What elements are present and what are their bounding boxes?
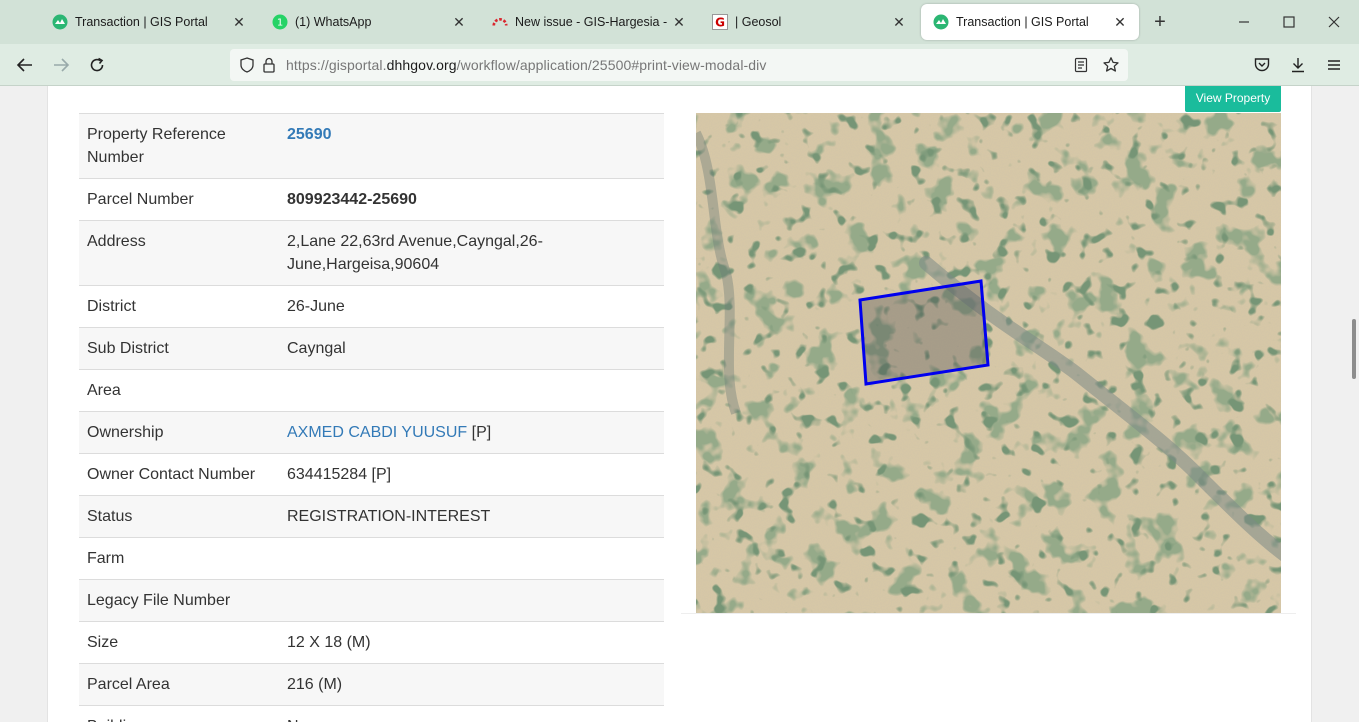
table-row: Property Reference Number 25690 — [79, 113, 664, 179]
tab-title: Transaction | GIS Portal — [75, 15, 208, 29]
row-label: Parcel Number — [87, 191, 194, 208]
parcel-outline — [858, 279, 990, 386]
satellite-map[interactable] — [696, 113, 1281, 613]
row-value: 2,Lane 22,63rd Avenue,Cayngal,26-June,Ha… — [287, 233, 543, 273]
devops-icon — [492, 14, 508, 30]
tab-new-issue[interactable]: New issue - GIS-Hargesia - Tea ✕ — [480, 4, 698, 40]
table-row: Parcel Area 216 (M) — [79, 663, 664, 706]
table-row: Size 12 X 18 (M) — [79, 621, 664, 664]
geosol-letter: G — [715, 16, 725, 30]
row-value — [279, 370, 664, 412]
address-bar-actions — [1070, 54, 1122, 76]
row-label: Owner Contact Number — [87, 466, 256, 483]
row-value: No — [279, 706, 664, 722]
row-label: Farm — [87, 550, 125, 567]
row-label: Address — [87, 233, 146, 250]
close-icon[interactable]: ✕ — [670, 13, 688, 31]
bookmark-star-icon[interactable] — [1100, 54, 1122, 76]
address-bar[interactable]: https://gisportal.dhhgov.org/workflow/ap… — [230, 49, 1128, 81]
gis-portal-icon — [933, 14, 949, 30]
table-row: Ownership AXMED CABDI YUUSUF [P] — [79, 411, 664, 454]
row-value — [279, 580, 664, 622]
row-value: AXMED CABDI YUUSUF [P] — [279, 412, 664, 454]
downloads-icon[interactable] — [1286, 53, 1310, 77]
close-icon[interactable]: ✕ — [890, 13, 908, 31]
row-label: Property Reference Number — [87, 126, 226, 166]
url-prefix: https://gisportal. — [286, 57, 387, 73]
row-value: 216 (M) — [287, 676, 343, 693]
table-row: Owner Contact Number 634415284 [P] — [79, 453, 664, 496]
owner-link[interactable]: AXMED CABDI YUUSUF — [287, 424, 467, 441]
tab-title: New issue - GIS-Hargesia - Tea — [515, 15, 670, 29]
reader-view-icon[interactable] — [1070, 54, 1092, 76]
row-value: REGISTRATION-INTEREST — [287, 508, 491, 525]
map-panel — [681, 86, 1296, 614]
close-icon[interactable]: ✕ — [230, 13, 248, 31]
tab-transaction-1[interactable]: Transaction | GIS Portal ✕ — [40, 4, 258, 40]
table-row: District 26-June — [79, 285, 664, 328]
lock-icon[interactable] — [258, 54, 280, 76]
property-reference-link[interactable]: 25690 — [279, 114, 664, 179]
row-value: 26-June — [287, 298, 345, 315]
url-suffix: /workflow/application/25500#print-view-m… — [456, 57, 767, 73]
new-tab-button[interactable]: + — [1148, 10, 1172, 34]
tab-transaction-active[interactable]: Transaction | GIS Portal ✕ — [921, 4, 1139, 40]
table-row: Building No — [79, 705, 664, 722]
tab-title: Transaction | GIS Portal — [956, 15, 1089, 29]
reload-button[interactable] — [85, 53, 109, 77]
row-value: 634415284 [P] — [287, 466, 392, 483]
table-row: Sub District Cayngal — [79, 327, 664, 370]
table-row: Parcel Number 809923442-25690 — [79, 178, 664, 221]
maximize-button[interactable] — [1277, 10, 1301, 34]
tab-title: (1) WhatsApp — [295, 15, 372, 29]
row-label: Legacy File Number — [87, 592, 231, 609]
row-value: Cayngal — [287, 340, 346, 357]
forward-button[interactable] — [49, 53, 73, 77]
close-icon[interactable]: ✕ — [450, 13, 468, 31]
geosol-icon: G — [712, 14, 728, 30]
whatsapp-icon: 1 — [272, 14, 288, 30]
row-value: 12 X 18 (M) — [287, 634, 371, 651]
page-content: Property Reference Number 25690 Parcel N… — [0, 86, 1359, 722]
row-value: 809923442-25690 — [287, 191, 417, 208]
row-label: Size — [87, 634, 119, 651]
tab-whatsapp[interactable]: 1 (1) WhatsApp ✕ — [260, 4, 478, 40]
row-label: Building — [79, 706, 279, 722]
tab-geosol[interactable]: G | Geosol ✕ — [700, 4, 918, 40]
tab-title: | Geosol — [735, 15, 782, 29]
row-label: Ownership — [87, 424, 164, 441]
gis-portal-icon — [52, 14, 68, 30]
whatsapp-badge: 1 — [277, 18, 283, 29]
page-scrollbar[interactable] — [1343, 86, 1359, 722]
close-icon[interactable]: ✕ — [1111, 13, 1129, 31]
row-label: Area — [87, 382, 121, 399]
row-label: Status — [87, 508, 133, 525]
property-details-table: Property Reference Number 25690 Parcel N… — [79, 113, 664, 722]
pocket-icon[interactable] — [1250, 53, 1274, 77]
row-label: Sub District — [87, 340, 169, 357]
table-row: Status REGISTRATION-INTEREST — [79, 495, 664, 538]
row-value — [279, 538, 664, 580]
minimize-button[interactable] — [1232, 10, 1256, 34]
row-label: Parcel Area — [87, 676, 170, 693]
shield-icon[interactable] — [236, 54, 258, 76]
back-button[interactable] — [13, 53, 37, 77]
table-row: Area — [79, 369, 664, 412]
table-row: Farm — [79, 537, 664, 580]
view-property-button[interactable]: View Property — [1185, 86, 1281, 112]
menu-icon[interactable] — [1322, 53, 1346, 77]
navigation-toolbar: https://gisportal.dhhgov.org/workflow/ap… — [0, 44, 1359, 86]
table-row: Legacy File Number — [79, 579, 664, 622]
scrollbar-thumb[interactable] — [1352, 319, 1356, 379]
tab-bar: Transaction | GIS Portal ✕ 1 (1) WhatsAp… — [0, 0, 1359, 44]
url-host: dhhgov.org — [386, 57, 457, 73]
window-close-button[interactable] — [1322, 10, 1346, 34]
table-row: Address 2,Lane 22,63rd Avenue,Cayngal,26… — [79, 220, 664, 286]
owner-type: [P] — [467, 424, 492, 441]
row-label: District — [87, 298, 136, 315]
url-text[interactable]: https://gisportal.dhhgov.org/workflow/ap… — [286, 57, 767, 73]
